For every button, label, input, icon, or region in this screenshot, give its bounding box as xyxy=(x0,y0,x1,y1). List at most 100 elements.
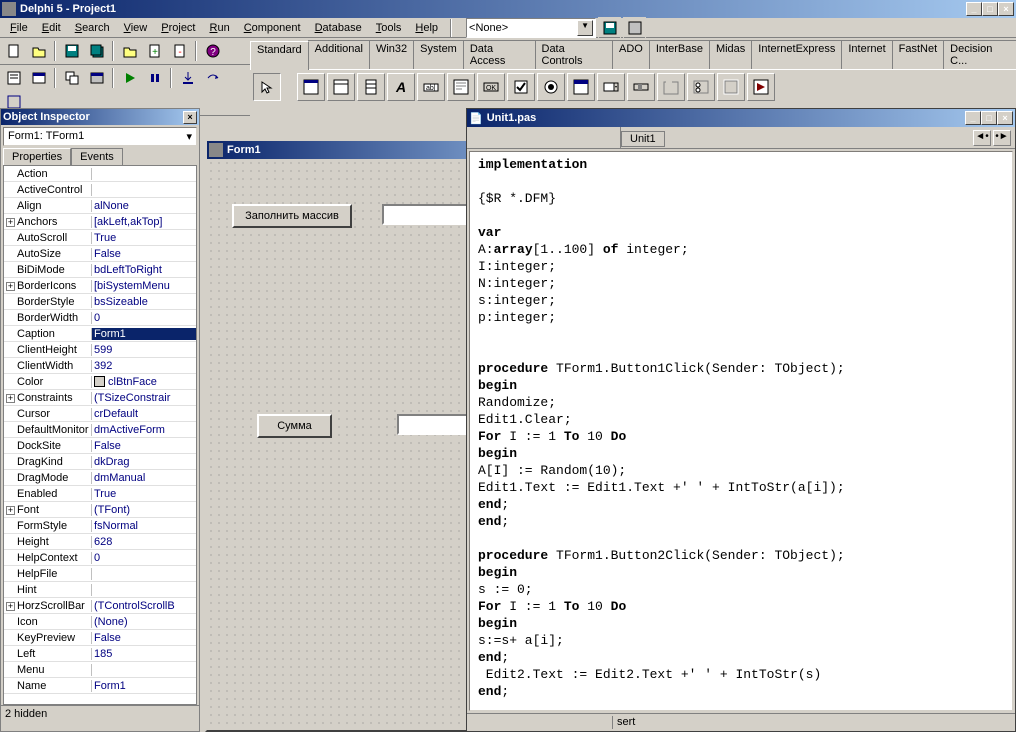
prop-value[interactable]: (TSizeConstrair xyxy=(92,392,196,404)
prop-value[interactable]: (TControlScrollB xyxy=(92,600,196,612)
checkbox-icon[interactable] xyxy=(507,73,535,101)
set-debug-desktop-icon[interactable] xyxy=(623,17,646,39)
desktop-combo[interactable]: <None> ▼ xyxy=(466,18,596,38)
prop-value[interactable]: False xyxy=(92,440,196,452)
listbox-icon[interactable] xyxy=(567,73,595,101)
open-icon[interactable] xyxy=(27,40,50,62)
menu-project[interactable]: Project xyxy=(155,20,201,36)
prop-row[interactable]: AutoScrollTrue xyxy=(4,230,196,246)
radiobutton-icon[interactable] xyxy=(537,73,565,101)
prop-value[interactable]: alNone xyxy=(92,200,196,212)
code-close-button[interactable]: × xyxy=(997,111,1013,125)
inspector-close-button[interactable]: × xyxy=(183,111,197,124)
prop-row[interactable]: Action xyxy=(4,166,196,182)
view-form-icon[interactable] xyxy=(27,67,50,89)
prop-row[interactable]: HelpContext0 xyxy=(4,550,196,566)
prop-row[interactable]: ClientWidth392 xyxy=(4,358,196,374)
prop-value[interactable]: Form1 xyxy=(92,680,196,692)
code-editor[interactable]: implementation {$R *.DFM} varA:array[1..… xyxy=(469,151,1013,711)
menu-search[interactable]: Search xyxy=(69,20,116,36)
prop-value[interactable]: fsNormal xyxy=(92,520,196,532)
palette-tab-internet[interactable]: Internet xyxy=(841,40,892,69)
expand-icon[interactable]: + xyxy=(6,506,15,515)
palette-tab-system[interactable]: System xyxy=(413,40,464,69)
prop-row[interactable]: Menu xyxy=(4,662,196,678)
trace-into-icon[interactable] xyxy=(176,67,199,89)
prop-value[interactable]: bdLeftToRight xyxy=(92,264,196,276)
prop-value[interactable]: True xyxy=(92,232,196,244)
prop-row[interactable]: +HorzScrollBar(TControlScrollB xyxy=(4,598,196,614)
view-unit-icon[interactable] xyxy=(2,67,25,89)
minimize-button[interactable]: _ xyxy=(966,2,982,16)
menu-database[interactable]: Database xyxy=(309,20,368,36)
menu-run[interactable]: Run xyxy=(204,20,236,36)
expand-icon[interactable]: + xyxy=(6,282,15,291)
close-button[interactable]: × xyxy=(998,2,1014,16)
new-icon[interactable] xyxy=(2,40,25,62)
expand-icon[interactable]: + xyxy=(6,218,15,227)
run-icon[interactable] xyxy=(118,67,141,89)
prop-row[interactable]: CaptionForm1 xyxy=(4,326,196,342)
prop-row[interactable]: CursorcrDefault xyxy=(4,406,196,422)
pause-icon[interactable] xyxy=(143,67,166,89)
palette-tab-additional[interactable]: Additional xyxy=(308,40,370,69)
prop-value[interactable]: clBtnFace xyxy=(92,376,196,388)
remove-file-icon[interactable]: - xyxy=(168,40,191,62)
save-all-icon[interactable] xyxy=(85,40,108,62)
new-form-icon[interactable] xyxy=(85,67,108,89)
prop-value[interactable]: 392 xyxy=(92,360,196,372)
prop-value[interactable]: [biSystemMenu xyxy=(92,280,196,292)
prop-value[interactable]: crDefault xyxy=(92,408,196,420)
prop-row[interactable]: BorderStylebsSizeable xyxy=(4,294,196,310)
prop-row[interactable]: AutoSizeFalse xyxy=(4,246,196,262)
prop-value[interactable]: 0 xyxy=(92,312,196,324)
expand-icon[interactable]: + xyxy=(6,394,15,403)
palette-tab-decisionc[interactable]: Decision C... xyxy=(943,40,1016,69)
tab-properties[interactable]: Properties xyxy=(3,148,71,165)
prop-value[interactable]: True xyxy=(92,488,196,500)
prop-row[interactable]: DragKinddkDrag xyxy=(4,454,196,470)
palette-tab-fastnet[interactable]: FastNet xyxy=(892,40,945,69)
palette-tab-standard[interactable]: Standard xyxy=(250,41,309,70)
prop-value[interactable]: dkDrag xyxy=(92,456,196,468)
prop-row[interactable]: ClientHeight599 xyxy=(4,342,196,358)
prop-row[interactable]: HelpFile xyxy=(4,566,196,582)
menu-component[interactable]: Component xyxy=(238,20,307,36)
code-minimize-button[interactable]: _ xyxy=(965,111,981,125)
prop-row[interactable]: BiDiModebdLeftToRight xyxy=(4,262,196,278)
prop-value[interactable]: False xyxy=(92,248,196,260)
prop-row[interactable]: BorderWidth0 xyxy=(4,310,196,326)
prop-value[interactable]: Form1 xyxy=(92,328,196,340)
save-icon[interactable] xyxy=(60,40,83,62)
prop-row[interactable]: ColorclBtnFace xyxy=(4,374,196,390)
tab-events[interactable]: Events xyxy=(71,148,123,165)
prop-row[interactable]: AlignalNone xyxy=(4,198,196,214)
toggle-form-unit-icon[interactable] xyxy=(60,67,83,89)
prop-row[interactable]: +Anchors[akLeft,akTop] xyxy=(4,214,196,230)
prop-value[interactable]: dmActiveForm xyxy=(92,424,196,436)
menu-help[interactable]: Help xyxy=(409,20,444,36)
prop-row[interactable]: +BorderIcons[biSystemMenu xyxy=(4,278,196,294)
prop-value[interactable]: False xyxy=(92,632,196,644)
property-grid[interactable]: ActionActiveControlAlignalNone+Anchors[a… xyxy=(3,165,197,705)
palette-tab-datacontrols[interactable]: Data Controls xyxy=(535,40,614,69)
prop-row[interactable]: DockSiteFalse xyxy=(4,438,196,454)
menu-tools[interactable]: Tools xyxy=(370,20,408,36)
prop-value[interactable]: dmManual xyxy=(92,472,196,484)
frames-icon[interactable] xyxy=(297,73,325,101)
nav-back-icon[interactable]: ◄• xyxy=(973,130,991,146)
prop-value[interactable]: 0 xyxy=(92,552,196,564)
prop-row[interactable]: DragModedmManual xyxy=(4,470,196,486)
prop-row[interactable]: ActiveControl xyxy=(4,182,196,198)
prop-row[interactable]: +Font(TFont) xyxy=(4,502,196,518)
edit-icon[interactable]: ab| xyxy=(417,73,445,101)
palette-tab-internetexpress[interactable]: InternetExpress xyxy=(751,40,842,69)
prop-value[interactable]: (TFont) xyxy=(92,504,196,516)
save-desktop-icon[interactable] xyxy=(598,17,621,39)
label-icon[interactable]: A xyxy=(387,73,415,101)
combobox-icon[interactable] xyxy=(597,73,625,101)
groupbox-icon[interactable] xyxy=(657,73,685,101)
prop-value[interactable]: [akLeft,akTop] xyxy=(92,216,196,228)
prop-row[interactable]: +Constraints(TSizeConstrair xyxy=(4,390,196,406)
nav-forward-icon[interactable]: •► xyxy=(993,130,1011,146)
